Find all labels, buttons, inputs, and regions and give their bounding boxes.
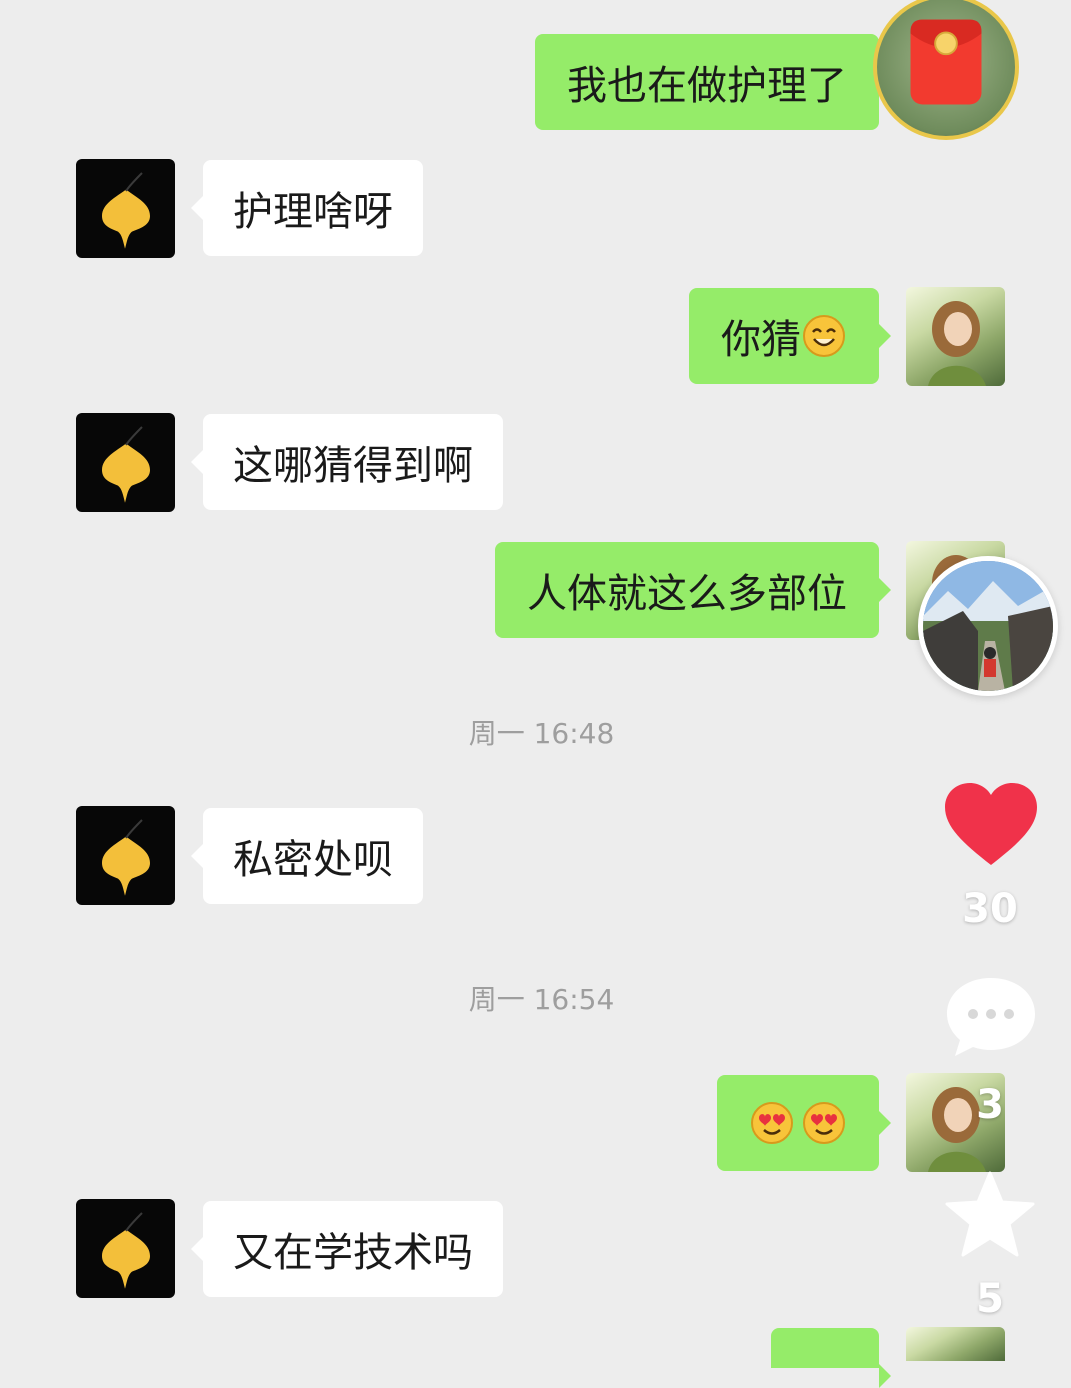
message-bubble-outgoing[interactable]	[717, 1075, 891, 1171]
friend-avatar[interactable]	[76, 413, 175, 512]
like-count: 30	[962, 886, 1018, 932]
message-text: 护理啥呀	[233, 189, 393, 235]
favorite-count: 5	[976, 1276, 1004, 1322]
message-text: 我也在做护理了	[567, 63, 847, 109]
message-text: 这哪猜得到啊	[233, 443, 473, 489]
message-bubble-incoming[interactable]: 护理啥呀	[191, 160, 423, 256]
star-icon	[945, 1171, 1035, 1257]
comment-icon	[947, 978, 1035, 1056]
message-text: 你猜	[721, 317, 801, 363]
message-text: 私密处呗	[233, 837, 393, 883]
message-text: 又在学技术吗	[233, 1230, 473, 1276]
leaf-icon	[102, 172, 150, 249]
message-bubble-outgoing[interactable]: 人体就这么多部位	[495, 542, 891, 638]
heart-icon	[945, 783, 1037, 865]
self-avatar[interactable]	[906, 1327, 1005, 1361]
friend-avatar[interactable]	[76, 159, 175, 258]
red-packet-icon[interactable]	[873, 0, 1019, 140]
message-bubble-incoming[interactable]: 这哪猜得到啊	[191, 414, 503, 510]
message-bubble-incoming[interactable]: 私密处呗	[191, 808, 423, 904]
comment-count: 3	[976, 1082, 1004, 1128]
smile-emoji	[801, 313, 847, 359]
comment-button[interactable]	[945, 974, 1037, 1064]
timestamp: 周一 16:48	[468, 717, 615, 750]
chat-screen: 我也在做护理了 护理啥呀 你猜 这哪猜得到啊 人体就这么多部位 周一 16:48…	[0, 0, 1071, 1388]
favorite-button[interactable]	[944, 1170, 1036, 1262]
timestamp: 周一 16:54	[468, 983, 615, 1016]
friend-avatar[interactable]	[76, 1199, 175, 1298]
message-bubble-incoming[interactable]: 又在学技术吗	[191, 1201, 503, 1297]
leaf-icon	[102, 1212, 150, 1289]
leaf-icon	[102, 819, 150, 896]
message-bubble-outgoing[interactable]	[771, 1328, 891, 1388]
message-text: 人体就这么多部位	[527, 571, 847, 617]
like-button[interactable]	[943, 781, 1039, 871]
self-avatar[interactable]	[906, 287, 1005, 386]
friend-avatar[interactable]	[76, 806, 175, 905]
message-bubble-outgoing[interactable]: 你猜	[689, 288, 891, 384]
heart-eyes-emoji	[749, 1100, 795, 1146]
heart-eyes-emoji	[801, 1100, 847, 1146]
creator-avatar[interactable]	[918, 556, 1058, 696]
message-bubble-outgoing[interactable]: 我也在做护理了	[535, 34, 891, 130]
leaf-icon	[102, 426, 150, 503]
